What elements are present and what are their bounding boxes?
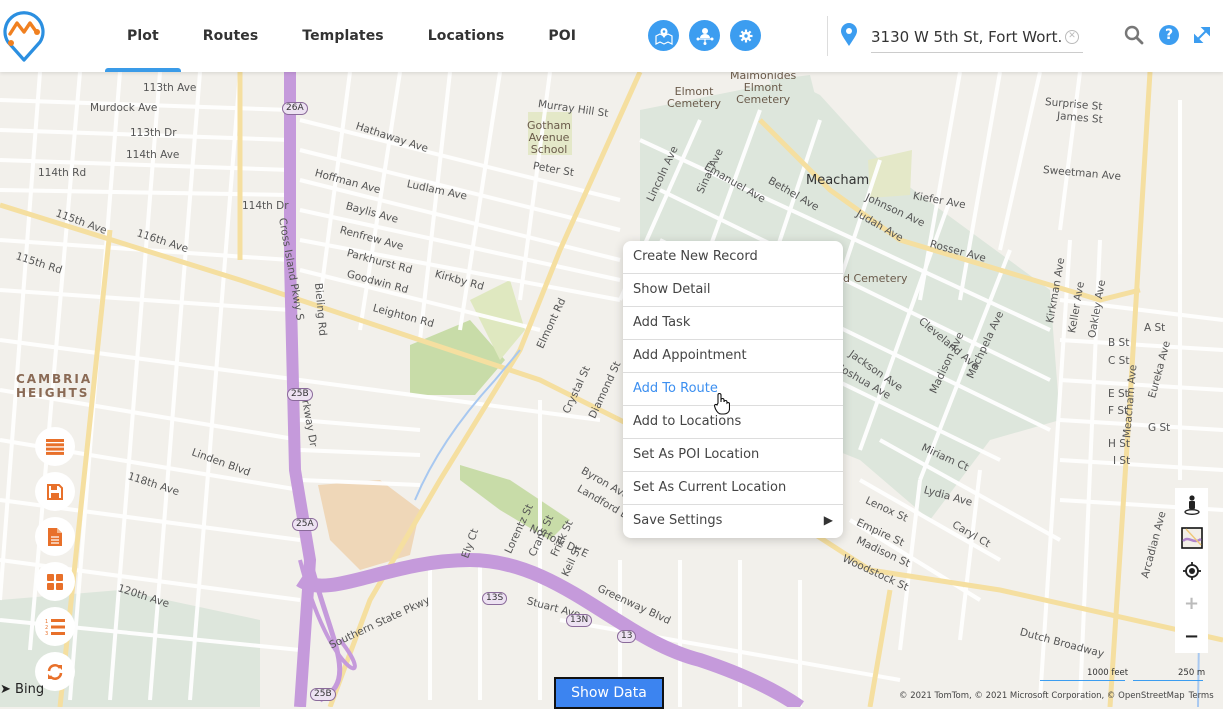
menu-item-set-as-poi-location[interactable]: Set As POI Location <box>623 439 843 472</box>
street-label: 113th Ave <box>143 82 197 94</box>
map-attribution: © 2021 TomTom, © 2021 Microsoft Corporat… <box>895 691 1214 701</box>
bing-logo: ➤ Bing <box>0 682 44 697</box>
refresh-icon <box>47 663 63 680</box>
map-pin-logo-icon <box>3 11 45 62</box>
street-label: I St <box>1113 455 1131 467</box>
scale-bar-feet <box>1040 680 1125 681</box>
document-icon <box>48 527 62 546</box>
numbered-list-icon: 123 <box>45 618 65 636</box>
save-button[interactable] <box>35 472 75 511</box>
poi-label-maimonides: Maimonides Elmont Cemetery <box>730 72 797 106</box>
tab-poi[interactable]: POI <box>526 0 598 72</box>
side-toolbar: 123 <box>35 427 75 691</box>
list-icon <box>46 438 64 455</box>
route-shield: 13S <box>482 592 508 605</box>
route-shield: 13 <box>617 630 637 643</box>
terms-link[interactable]: Terms <box>1189 691 1214 701</box>
crosshair-icon <box>1182 561 1201 580</box>
document-button[interactable] <box>35 517 75 556</box>
tab-templates[interactable]: Templates <box>280 0 405 72</box>
grid-icon <box>47 573 63 590</box>
list-button[interactable] <box>35 427 75 466</box>
locate-me-button[interactable] <box>1175 554 1208 587</box>
app-logo[interactable] <box>2 10 46 62</box>
address-value: 3130 W 5th St, Fort Wort... <box>871 28 1063 46</box>
street-label: 114th Dr <box>242 200 289 212</box>
area-label: CAMBRIA HEIGHTS <box>16 372 93 400</box>
route-shield: 26A <box>282 102 308 115</box>
street-label: H St <box>1108 438 1131 450</box>
street-label: G St <box>1148 422 1171 434</box>
street-label: 114th Rd <box>38 167 87 179</box>
street-label: 113th Dr <box>130 127 177 139</box>
grid-button[interactable] <box>35 562 75 601</box>
zoom-out-button[interactable]: − <box>1175 620 1208 653</box>
show-data-button[interactable]: Show Data <box>554 677 664 709</box>
bing-label: Bing <box>15 682 45 697</box>
map-location-button[interactable] <box>648 20 679 51</box>
zoom-in-button[interactable]: + <box>1175 587 1208 620</box>
route-shield: 13N <box>566 614 593 627</box>
street-label: Murdock Ave <box>90 102 158 114</box>
context-menu: Create New Record Show Detail Add Task A… <box>623 241 843 538</box>
svg-text:3: 3 <box>45 631 48 636</box>
map-canvas[interactable]: CAMBRIA HEIGHTS Meacham Gotham Avenue Sch… <box>0 72 1223 707</box>
menu-item-add-task[interactable]: Add Task <box>623 307 843 340</box>
street-label: A St <box>1144 322 1166 334</box>
menu-item-label: Save Settings <box>633 513 723 528</box>
bing-arrow-icon: ➤ <box>0 682 11 697</box>
scale-feet: 1000 feet <box>1087 668 1129 678</box>
pegman-icon <box>1183 494 1200 515</box>
scale-meters: 250 m <box>1178 668 1206 678</box>
user-network-button[interactable] <box>689 20 720 51</box>
street-label: C St <box>1108 355 1130 367</box>
clear-icon[interactable]: ✕ <box>1065 30 1079 44</box>
menu-item-save-settings[interactable]: Save Settings ▶ <box>623 505 843 538</box>
street-label: 114th Ave <box>126 149 180 161</box>
tab-plot[interactable]: Plot <box>105 0 181 72</box>
save-icon <box>47 483 63 500</box>
street-label: B St <box>1108 337 1130 349</box>
numbered-list-button[interactable]: 123 <box>35 607 75 646</box>
user-network-icon <box>696 27 713 45</box>
map-controls: + − <box>1175 488 1208 653</box>
menu-item-add-to-route[interactable]: Add To Route <box>623 373 843 406</box>
menu-item-add-appointment[interactable]: Add Appointment <box>623 340 843 373</box>
menu-item-set-as-current-location[interactable]: Set As Current Location <box>623 472 843 505</box>
hand-cursor-icon <box>713 393 731 419</box>
menu-item-create-new-record[interactable]: Create New Record <box>623 241 843 274</box>
map-style-icon <box>1180 526 1203 549</box>
poi-label-elmont-cemetery: Elmont Cemetery <box>667 85 722 110</box>
header-divider <box>827 16 828 56</box>
main-nav: Plot Routes Templates Locations POI <box>105 0 598 72</box>
toolbar-buttons <box>648 20 761 51</box>
location-pin-icon <box>840 23 858 51</box>
settings-button[interactable] <box>730 20 761 51</box>
route-shield: 25B <box>310 688 336 701</box>
street-view-button[interactable] <box>1175 488 1208 521</box>
map-location-icon <box>654 27 673 45</box>
search-icon[interactable] <box>1124 25 1144 49</box>
tab-locations[interactable]: Locations <box>406 0 527 72</box>
attribution-text: © 2021 TomTom, © 2021 Microsoft Corporat… <box>899 691 1185 701</box>
poi-label-school: Gotham Avenue School <box>527 119 571 156</box>
address-input[interactable]: 3130 W 5th St, Fort Wort... ✕ <box>871 22 1083 53</box>
place-label-meacham: Meacham <box>806 173 870 188</box>
scale-bar-meters <box>1133 680 1203 681</box>
street-label: E St <box>1108 388 1129 400</box>
poi-label-cemetery: d Cemetery <box>843 272 908 285</box>
top-bar: Plot Routes Templates Locations POI 3130… <box>0 0 1223 72</box>
expand-icon[interactable] <box>1193 26 1211 48</box>
map-style-button[interactable] <box>1175 521 1208 554</box>
submenu-arrow-icon: ▶ <box>823 513 833 527</box>
tab-routes[interactable]: Routes <box>181 0 281 72</box>
help-icon[interactable]: ? <box>1159 25 1179 45</box>
menu-item-add-to-locations[interactable]: Add to Locations <box>623 406 843 439</box>
menu-item-show-detail[interactable]: Show Detail <box>623 274 843 307</box>
route-shield: 25A <box>292 518 318 531</box>
gear-icon <box>739 29 752 42</box>
route-shield: 25B <box>287 388 313 401</box>
street-label: F St <box>1108 405 1129 417</box>
